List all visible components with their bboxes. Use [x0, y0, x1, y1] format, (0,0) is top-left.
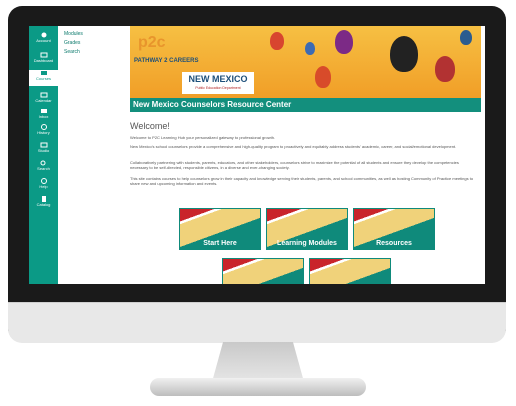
global-nav-search[interactable]: Search [29, 160, 58, 171]
balloon-image [305, 42, 315, 55]
tile-partial-1[interactable] [222, 258, 304, 284]
balloon-image [435, 56, 455, 82]
welcome-heading: Welcome! [130, 121, 170, 131]
global-nav-calendar[interactable]: Calendar [29, 92, 58, 103]
screen: Account Dashboard Courses Calendar Inbox… [29, 26, 485, 284]
global-nav: Account Dashboard Courses Calendar Inbox… [29, 26, 58, 284]
balloon-image [460, 30, 472, 45]
course-nav-modules[interactable]: Modules [59, 30, 119, 39]
nm-ped-logo: NEW MEXICO Public Education Department [182, 72, 254, 94]
global-nav-history[interactable]: History [29, 124, 58, 135]
balloon-image [335, 30, 353, 54]
tile-partial-2[interactable] [309, 258, 391, 284]
global-nav-studio[interactable]: Studio [29, 142, 58, 153]
page-title: New Mexico Counselors Resource Center [133, 100, 292, 109]
page-title-bar: New Mexico Counselors Resource Center [130, 98, 481, 112]
tile-resources[interactable]: Resources [353, 208, 435, 250]
paragraph: This site contains courses to help couns… [130, 176, 474, 186]
paragraph: Welcome to P2C Learning Hub your persona… [130, 135, 276, 140]
paragraph: New Mexico's school counselors provide a… [130, 144, 457, 149]
balloon-image [315, 66, 331, 88]
balloon-image [390, 36, 418, 72]
course-nav-search[interactable]: Search [59, 48, 119, 57]
monitor-chin [8, 302, 506, 343]
monitor-base [150, 378, 366, 396]
p2c-logo-text: PATHWAY 2 CAREERS [134, 58, 199, 64]
course-nav-grades[interactable]: Grades [59, 39, 119, 48]
banner: p2c PATHWAY 2 CAREERS NEW MEXICO Public … [130, 26, 481, 98]
global-nav-account[interactable]: Account [29, 32, 58, 43]
global-nav-courses[interactable]: Courses [29, 70, 58, 86]
global-nav-inbox[interactable]: Inbox [29, 108, 58, 119]
global-nav-help[interactable]: Help [29, 178, 58, 189]
balloon-image [270, 32, 284, 50]
global-nav-catalog[interactable]: Catalog [29, 196, 58, 207]
tile-start-here[interactable]: Start Here [179, 208, 261, 250]
global-nav-dashboard[interactable]: Dashboard [29, 52, 58, 63]
monitor-stand [212, 342, 304, 382]
tile-learning-modules[interactable]: Learning Modules [266, 208, 348, 250]
main-content: p2c PATHWAY 2 CAREERS NEW MEXICO Public … [130, 26, 485, 284]
course-nav: Modules Grades Search [59, 30, 119, 57]
paragraph: Collaboratively partnering with students… [130, 160, 459, 170]
p2c-logo: p2c [138, 34, 166, 51]
